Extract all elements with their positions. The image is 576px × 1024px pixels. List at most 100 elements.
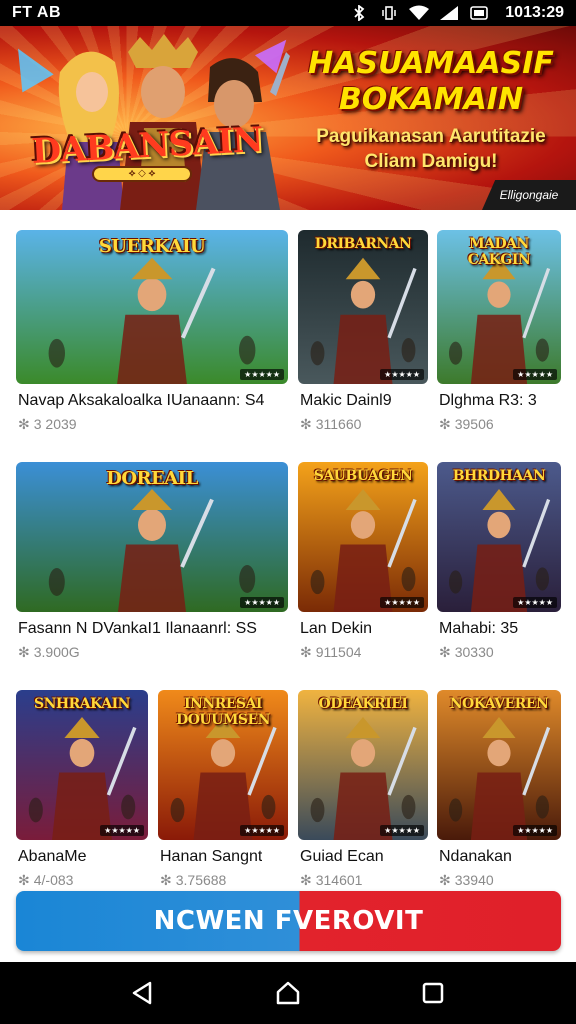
home-icon [276,981,300,1005]
download-count-icon: ✻ [300,644,312,660]
game-thumbnail[interactable]: SUERKAIU ★★★★★ [16,230,288,384]
banner-subline: Paguikanasan Aarutitazie Cliam Damigu! [316,126,546,172]
game-meta: ✻ 30330 [439,644,494,661]
rating-badge: ★★★★★ [240,369,284,380]
game-title: Guiad Ecan [300,848,384,865]
download-count-icon: ✻ [300,872,312,888]
battery-icon [469,4,489,22]
game-card[interactable]: SUERKAIU ★★★★★ Navap Aksakaloalka IUanaann… [16,230,288,436]
recents-button[interactable] [409,969,457,1017]
game-thumbnail[interactable]: SAUBUAGEN ★★★★★ [298,462,428,612]
game-thumbnail[interactable]: MADAN CAKGIN ★★★★★ [437,230,561,384]
cta-label: NCWEN FVEROVIT [153,906,424,936]
navigation-bar [0,962,576,1024]
game-thumbnail-title: MADAN CAKGIN [467,236,531,268]
game-thumbnail-title: NOKAVEREN [449,696,549,712]
clock: 1013:29 [505,4,564,21]
game-meta-value: 3.900G [33,644,80,660]
game-meta-value: 911504 [315,644,362,660]
rating-badge: ★★★★★ [513,597,557,608]
game-thumbnail[interactable]: ODEAKRIEI ★★★★★ [298,690,428,840]
rating-badge: ★★★★★ [100,825,144,836]
banner-tag: Elligongaie [482,180,576,210]
download-count-icon: ✻ [160,872,172,888]
vibrate-icon [379,4,399,22]
game-title: Navap Aksakaloalka IUanaann: S4 [18,392,265,409]
signal-icon [439,4,459,22]
wifi-icon [409,4,430,22]
download-count-icon: ✻ [300,416,312,432]
download-count-icon: ✻ [439,416,451,432]
rating-badge: ★★★★★ [513,825,557,836]
game-meta-value: 4/-083 [33,872,74,888]
game-card[interactable]: MADAN CAKGIN ★★★★★ Dlghma R3: 3 ✻ 39506 [437,230,561,436]
rating-badge: ★★★★★ [240,597,284,608]
game-card[interactable]: DRIBARNAN ★★★★★ Makic Dainl9 ✻ 311660 [298,230,428,436]
game-card[interactable]: NOKAVEREN ★★★★★ Ndanakan ✻ 33940 [437,690,561,892]
recents-icon [423,982,444,1004]
game-title: Lan Dekin [300,620,373,637]
rating-badge: ★★★★★ [380,597,424,608]
banner-logo-ribbon: ⟡ ◇ ⟡ [92,166,192,182]
rating-badge: ★★★★★ [513,369,557,380]
game-character-art [28,717,137,840]
game-meta: ✻ 3 2039 [18,416,77,433]
banner-headline: HASUAMAASIF BOKAMAIN [308,46,554,117]
game-meta-value: 314601 [315,872,363,888]
game-title: Dlghma R3: 3 [439,392,537,409]
game-thumbnail[interactable]: INNRESAI DOUUMSEN ★★★★★ [158,690,288,840]
game-meta: ✻ 911504 [300,644,361,661]
game-meta: ✻ 3.75688 [160,872,226,889]
game-title: Makic Dainl9 [300,392,392,409]
game-thumbnail-title: DOREAIL [106,468,198,489]
game-thumbnail-title: INNRESAI DOUUMSEN [176,696,270,728]
game-card[interactable]: SAUBUAGEN ★★★★★ Lan Dekin ✻ 911504 [298,462,428,664]
download-count-icon: ✻ [439,644,451,660]
game-meta: ✻ 33940 [439,872,494,889]
rating-badge: ★★★★★ [380,369,424,380]
game-thumbnail-title: SNHRAKAIN [34,696,130,712]
game-title: Hanan Sangnt [160,848,263,865]
game-thumbnail[interactable]: DOREAIL ★★★★★ [16,462,288,612]
game-thumbnail[interactable]: DRIBARNAN ★★★★★ [298,230,428,384]
game-thumbnail-title: BHRDHAAN [452,468,546,484]
game-meta-value: 39506 [454,416,494,432]
game-meta-value: 30330 [454,644,494,660]
game-title: Fasann N DVankaI1 Ilanaanrl: SS [18,620,257,637]
game-meta-value: 311660 [315,416,362,432]
game-meta-value: 33940 [454,872,494,888]
game-card[interactable]: DOREAIL ★★★★★ Fasann N DVankaI1 Ilanaanrl:… [16,462,288,664]
game-card[interactable]: BHRDHAAN ★★★★★ Mahabi: 35 ✻ 30330 [437,462,561,664]
game-thumbnail[interactable]: NOKAVEREN ★★★★★ [437,690,561,840]
game-meta: ✻ 311660 [300,416,361,433]
game-character-art [310,257,417,384]
promo-banner[interactable]: DABANSAIN ⟡ ◇ ⟡ HASUAMAASIF BOKAMAIN Pag… [0,26,576,210]
status-icons: 1013:29 [349,4,564,22]
game-character-art [448,717,551,840]
game-card[interactable]: SNHRAKAIN ★★★★★ AbanaMe ✻ 4/-083 [16,690,148,892]
download-count-icon: ✻ [439,872,451,888]
game-title: Mahabi: 35 [439,620,519,637]
game-character-art [310,489,417,612]
download-count-icon: ✻ [18,416,30,432]
home-button[interactable] [264,969,312,1017]
bluetooth-icon [349,4,369,22]
game-title: Ndanakan [439,848,512,865]
game-thumbnail-title: SAUBUAGEN [313,468,413,484]
game-thumbnail[interactable]: SNHRAKAIN ★★★★★ [16,690,148,840]
game-meta: ✻ 3.900G [18,644,80,661]
download-count-icon: ✻ [18,644,30,660]
game-meta-value: 3 2039 [33,416,77,432]
rating-badge: ★★★★★ [380,825,424,836]
game-thumbnail[interactable]: BHRDHAAN ★★★★★ [437,462,561,612]
game-card[interactable]: ODEAKRIEI ★★★★★ Guiad Ecan ✻ 314601 [298,690,428,892]
game-title: AbanaMe [18,848,87,865]
game-meta-value: 3.75688 [175,872,227,888]
game-card[interactable]: INNRESAI DOUUMSEN ★★★★★ Hanan Sangnt ✻ 3.756… [158,690,288,892]
game-character-art [448,489,551,612]
status-bar: FT AB 1013:29 [0,0,576,26]
download-count-icon: ✻ [18,872,30,888]
game-thumbnail-title: ODEAKRIEI [318,696,408,712]
cta-button[interactable]: NCWEN FVEROVIT [16,891,561,951]
back-button[interactable] [119,969,167,1017]
